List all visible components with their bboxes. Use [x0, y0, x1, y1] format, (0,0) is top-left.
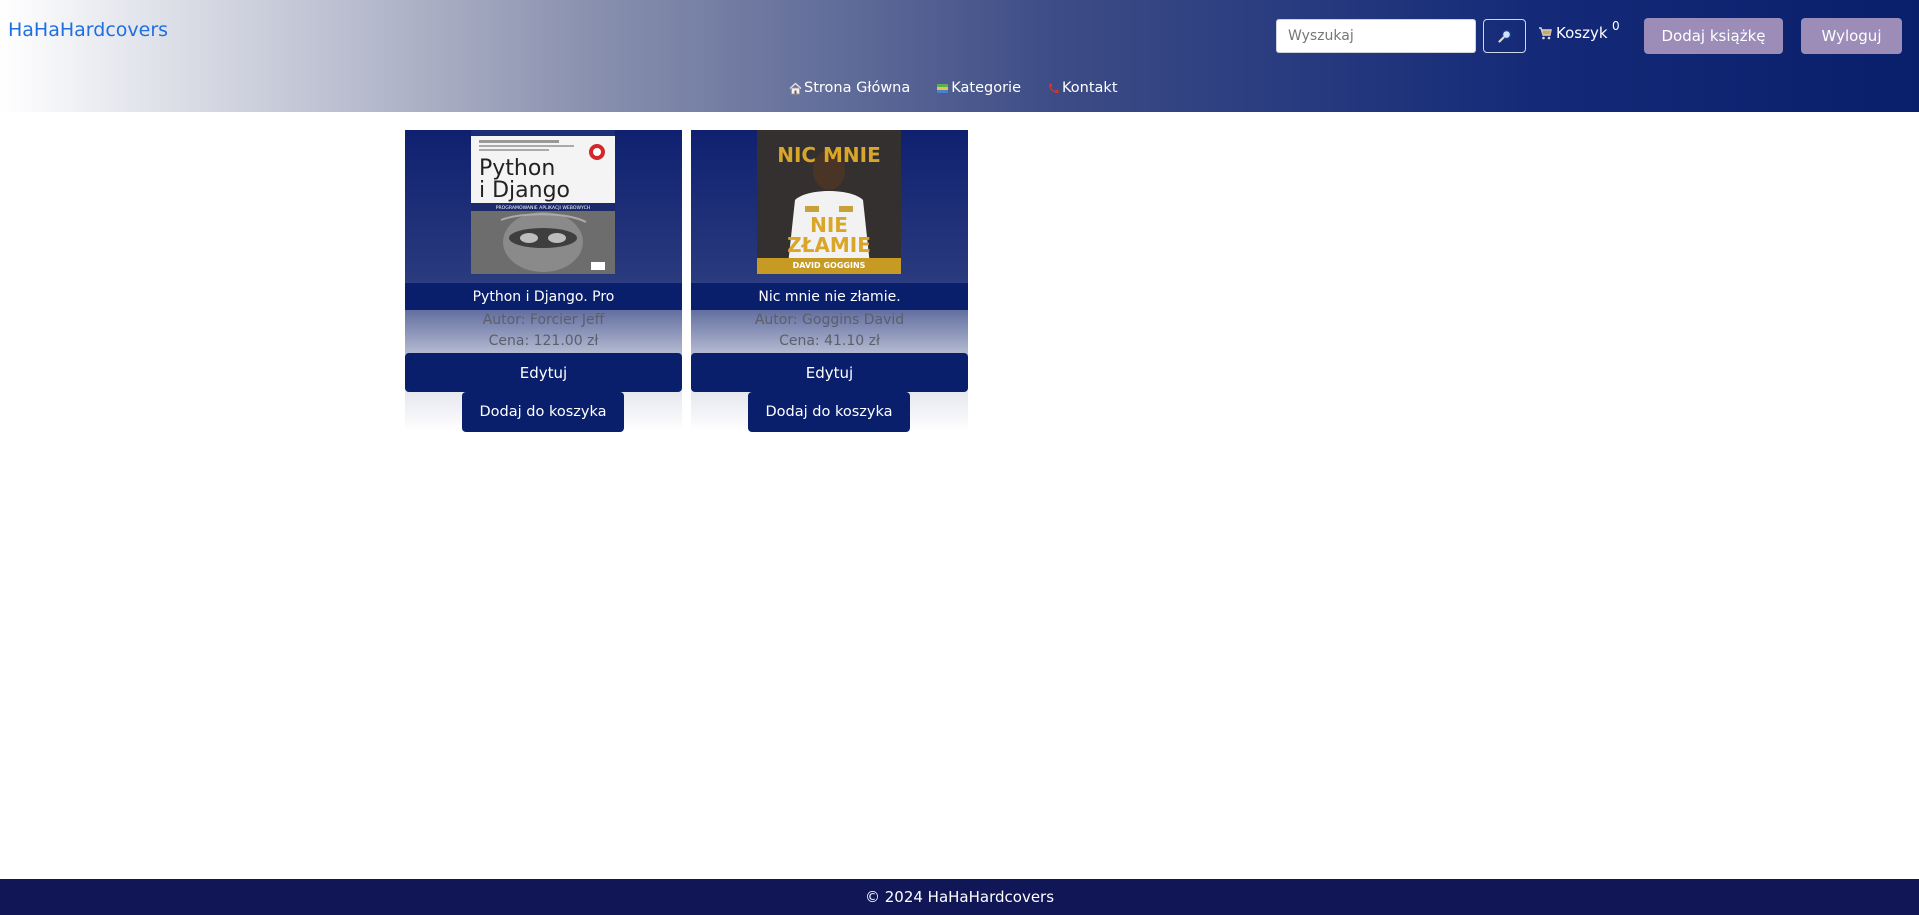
- cart-icon: [1539, 26, 1552, 39]
- logout-button[interactable]: Wyloguj: [1801, 18, 1902, 54]
- brand-logo-link[interactable]: HaHaHardcovers: [8, 19, 168, 41]
- add-book-button[interactable]: Dodaj książkę: [1644, 18, 1783, 54]
- nav-label-contact: Kontakt: [1062, 80, 1118, 96]
- edit-button[interactable]: Edytuj: [691, 353, 968, 392]
- add-to-cart-button[interactable]: Dodaj do koszyka: [462, 392, 624, 432]
- nav-item-home[interactable]: Strona Główna: [789, 80, 910, 96]
- search-button[interactable]: [1483, 19, 1526, 53]
- cover-subtitle: PROGRAMOWANIE APLIKACJI WEBOWYCH: [496, 205, 591, 211]
- main-nav: Strona Główna Kategorie Kontakt: [789, 80, 1118, 96]
- book-title[interactable]: Nic mnie nie złamie.: [691, 283, 968, 310]
- cart-link[interactable]: Koszyk: [1538, 24, 1608, 42]
- home-icon: [789, 82, 802, 94]
- magnifier-icon: [1497, 29, 1511, 43]
- cover-title-line-3: ZŁAMIE: [787, 233, 871, 257]
- cover-title-line-1: NIC MNIE: [777, 143, 881, 167]
- nav-item-categories[interactable]: Kategorie: [936, 80, 1021, 96]
- books-icon: [937, 83, 949, 93]
- nav-item-contact[interactable]: Kontakt: [1047, 80, 1118, 96]
- footer: © 2024 HaHaHardcovers: [0, 879, 1919, 915]
- book-cover-image[interactable]: Python i Django PROGRAMOWANIE APLIKACJI …: [471, 130, 615, 274]
- cover-title-line-2: i Django: [479, 178, 570, 203]
- book-cover-image[interactable]: NIC MNIE NIE ZŁAMIE DAVID GOGGINS: [757, 130, 901, 274]
- add-to-cart-button[interactable]: Dodaj do koszyka: [748, 392, 910, 432]
- book-card: Python i Django PROGRAMOWANIE APLIKACJI …: [405, 130, 682, 432]
- header: HaHaHardcovers Koszyk 0 Dodaj książkę Wy…: [0, 0, 1919, 112]
- cart-label: Koszyk: [1556, 24, 1608, 42]
- book-author: Autor: Goggins David: [754, 312, 905, 328]
- cart-count-badge: 0: [1612, 19, 1620, 33]
- edit-button[interactable]: Edytuj: [405, 353, 682, 392]
- nav-label-home: Strona Główna: [804, 80, 911, 96]
- footer-copyright: © 2024 HaHaHardcovers: [864, 888, 1055, 906]
- book-price: Cena: 121.00 zł: [488, 333, 599, 349]
- search-input[interactable]: [1276, 19, 1476, 53]
- cover-author: DAVID GOGGINS: [793, 261, 866, 270]
- book-title[interactable]: Python i Django. Pro: [405, 283, 682, 310]
- nav-label-categories: Kategorie: [951, 80, 1021, 96]
- book-card: NIC MNIE NIE ZŁAMIE DAVID GOGGINS Nic mn…: [691, 130, 968, 432]
- book-author: Autor: Forcier Jeff: [482, 312, 605, 328]
- book-price: Cena: 41.10 zł: [779, 333, 880, 349]
- phone-icon: [1048, 83, 1059, 93]
